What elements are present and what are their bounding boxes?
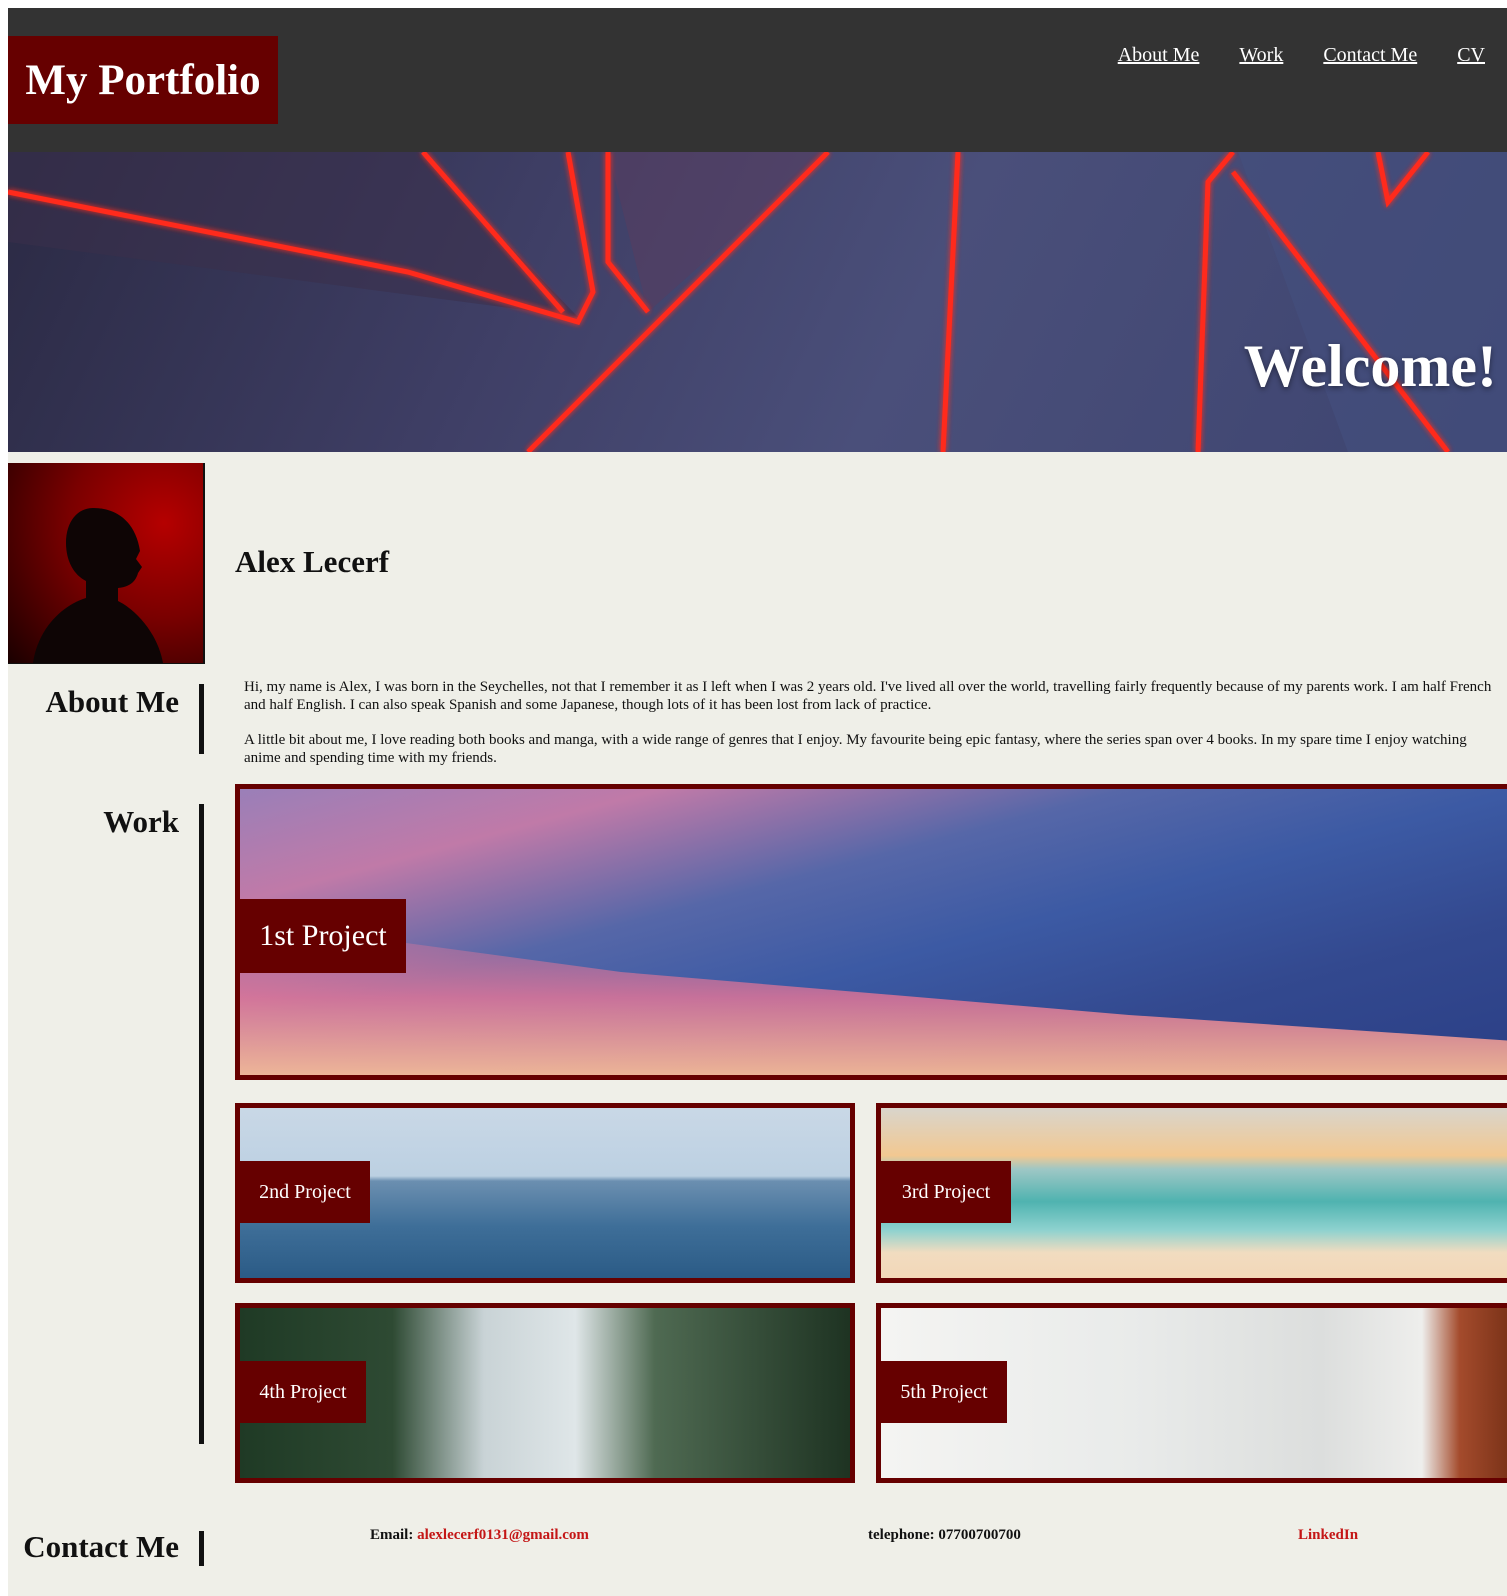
about-text: Hi, my name is Alex, I was born in the S… — [244, 678, 1504, 784]
hero-neon-image — [8, 152, 1507, 452]
site-title[interactable]: My Portfolio — [8, 36, 278, 124]
project-card-2[interactable]: 2nd Project — [235, 1103, 855, 1283]
main-nav: About Me Work Contact Me CV — [1118, 44, 1485, 67]
telephone-number: 07700700700 — [938, 1527, 1021, 1543]
about-section-divider — [199, 684, 204, 754]
project-card-4[interactable]: 4th Project — [235, 1303, 855, 1483]
about-paragraph: Hi, my name is Alex, I was born in the S… — [244, 679, 1492, 713]
telephone-label: telephone: — [868, 1527, 935, 1543]
linkedin-link[interactable]: LinkedIn — [1298, 1527, 1358, 1543]
project-card-5-label: 5th Project — [881, 1361, 1007, 1423]
project-card-2-label: 2nd Project — [240, 1161, 370, 1223]
site-header: My Portfolio About Me Work Contact Me CV — [8, 8, 1507, 152]
about-section-heading: About Me — [45, 684, 179, 719]
project-card-3[interactable]: 3rd Project — [876, 1103, 1507, 1283]
work-section-divider — [199, 804, 204, 1444]
project-card-3-label: 3rd Project — [881, 1161, 1011, 1223]
contact-section-divider — [199, 1531, 204, 1566]
work-section-heading: Work — [103, 804, 179, 839]
hero-banner: Welcome! — [8, 152, 1507, 452]
profile-name: Alex Lecerf — [235, 544, 390, 579]
project-card-5[interactable]: 5th Project — [876, 1303, 1507, 1483]
nav-link-about-me[interactable]: About Me — [1118, 44, 1200, 67]
email-link[interactable]: alexlecerf0131@gmail.com — [417, 1527, 589, 1543]
project-card-1-label: 1st Project — [240, 899, 406, 973]
page: My Portfolio About Me Work Contact Me CV — [8, 8, 1507, 1596]
contact-section-heading: Contact Me — [23, 1529, 179, 1564]
nav-link-work[interactable]: Work — [1239, 44, 1283, 67]
project-card-1-image — [240, 920, 1507, 1075]
project-card-4-label: 4th Project — [240, 1361, 366, 1423]
email-label: Email: — [370, 1527, 414, 1543]
person-silhouette-icon — [33, 508, 163, 663]
nav-link-contact-me[interactable]: Contact Me — [1323, 44, 1417, 67]
about-paragraph: A little bit about me, I love reading bo… — [244, 732, 1467, 766]
project-card-1[interactable]: 1st Project — [235, 784, 1507, 1080]
profile-avatar — [8, 463, 205, 664]
hero-welcome-heading: Welcome! — [1243, 333, 1497, 399]
contact-email: Email: alexlecerf0131@gmail.com — [370, 1527, 589, 1544]
nav-link-cv[interactable]: CV — [1457, 44, 1485, 67]
contact-telephone: telephone: 07700700700 — [868, 1527, 1021, 1544]
contact-linkedin: LinkedIn — [1298, 1527, 1358, 1544]
